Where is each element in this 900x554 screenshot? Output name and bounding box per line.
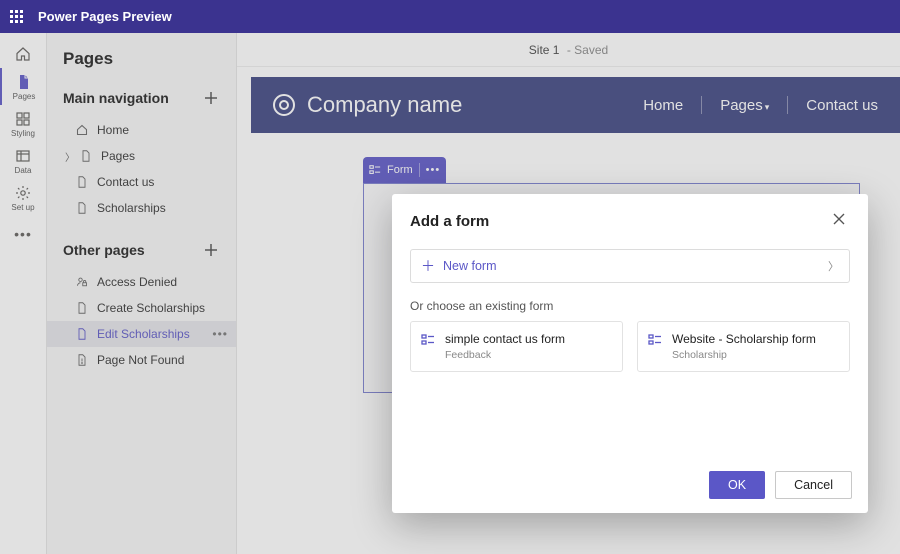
file-icon: [73, 202, 91, 214]
tree-label: Page Not Found: [97, 353, 184, 367]
person-lock-icon: [73, 276, 91, 288]
tree-item-edit-scholarships[interactable]: Edit Scholarships •••: [47, 321, 236, 347]
left-rail: Pages Styling Data Set up •••: [0, 33, 47, 554]
tree-item-pages[interactable]: 〉 Pages: [47, 143, 236, 169]
modal-title: Add a form: [410, 213, 489, 230]
tree-label: Scholarships: [97, 201, 166, 215]
form-icon: [421, 333, 435, 361]
rail-item-styling[interactable]: Styling: [0, 105, 47, 142]
card-title: simple contact us form: [445, 332, 565, 346]
section-label: Other pages: [63, 242, 145, 258]
home-icon: [73, 124, 91, 136]
site-brand[interactable]: Company name: [273, 92, 462, 118]
rail-label: Pages: [13, 92, 36, 101]
card-subtitle: Scholarship: [672, 349, 816, 361]
canvas-breadcrumb: Site 1 - Saved: [237, 33, 900, 67]
page-icon: [16, 74, 32, 90]
tree-item-create-scholarships[interactable]: Create Scholarships: [47, 295, 236, 321]
more-icon: •••: [14, 226, 32, 242]
home-icon: [15, 46, 31, 62]
nav-divider: [701, 96, 702, 114]
plus-icon: ＋: [421, 256, 435, 276]
chip-label: Form: [387, 164, 413, 176]
nav-divider: [787, 96, 788, 114]
app-header: Power Pages Preview: [0, 0, 900, 33]
form-icon: [648, 333, 662, 361]
plus-icon: [204, 91, 218, 105]
nav-home[interactable]: Home: [643, 97, 683, 114]
chip-more-icon[interactable]: •••: [426, 164, 441, 176]
tree-item-scholarships[interactable]: Scholarships: [47, 195, 236, 221]
breadcrumb-status: - Saved: [563, 43, 608, 57]
nav-pages[interactable]: Pages▾: [720, 97, 769, 114]
tree-item-home[interactable]: Home: [47, 117, 236, 143]
section-main-navigation: Main navigation: [47, 83, 236, 113]
add-page-button[interactable]: [200, 87, 222, 109]
file-icon: [73, 328, 91, 340]
new-form-label: New form: [443, 259, 496, 273]
styling-icon: [15, 111, 31, 127]
form-icon: [369, 164, 381, 176]
modal-close-button[interactable]: [828, 208, 850, 235]
other-pages-tree: Access Denied Create Scholarships Edit S…: [47, 265, 236, 387]
tree-label: Contact us: [97, 175, 154, 189]
plus-icon: [204, 243, 218, 257]
cancel-button[interactable]: Cancel: [775, 471, 852, 499]
existing-form-card[interactable]: Website - Scholarship form Scholarship: [637, 321, 850, 372]
tree-item-page-not-found[interactable]: Page Not Found: [47, 347, 236, 373]
ok-button[interactable]: OK: [709, 471, 765, 499]
rail-label: Data: [15, 166, 32, 175]
rail-item-pages[interactable]: Pages: [0, 68, 47, 105]
tree-label: Pages: [101, 149, 135, 163]
pages-panel: Pages Main navigation Home 〉 Pages Conta…: [47, 33, 237, 554]
file-icon: [77, 150, 95, 162]
breadcrumb-site: Site 1: [529, 43, 560, 57]
ok-label: OK: [728, 478, 746, 492]
app-title: Power Pages Preview: [38, 9, 172, 24]
tree-label: Home: [97, 123, 129, 137]
app-launcher-icon[interactable]: [10, 10, 24, 24]
card-subtitle: Feedback: [445, 349, 565, 361]
site-nav: Home Pages▾ Contact us: [643, 96, 878, 114]
rail-item-data[interactable]: Data: [0, 142, 47, 179]
brand-text: Company name: [307, 92, 462, 118]
brand-logo-icon: [273, 94, 295, 116]
chip-separator: [419, 163, 420, 177]
card-title: Website - Scholarship form: [672, 332, 816, 346]
section-label: Main navigation: [63, 90, 169, 106]
chevron-right-icon: 〉: [63, 149, 77, 164]
add-other-page-button[interactable]: [200, 239, 222, 261]
main-nav-tree: Home 〉 Pages Contact us Scholarships: [47, 113, 236, 235]
rail-item-more[interactable]: •••: [0, 216, 47, 246]
form-component-chip[interactable]: Form •••: [363, 157, 446, 183]
rail-label: Styling: [11, 129, 35, 138]
file-icon: [73, 176, 91, 188]
close-icon: [832, 212, 846, 226]
choose-existing-label: Or choose an existing form: [410, 299, 850, 313]
pages-panel-title: Pages: [47, 49, 236, 83]
gear-icon: [15, 185, 31, 201]
rail-label: Set up: [11, 203, 34, 212]
tree-item-more-icon[interactable]: •••: [212, 327, 228, 341]
nav-contact[interactable]: Contact us: [806, 97, 878, 114]
new-form-option[interactable]: ＋ New form 〉: [410, 249, 850, 283]
rail-home[interactable]: [0, 40, 47, 68]
section-other-pages: Other pages: [47, 235, 236, 265]
tree-item-access-denied[interactable]: Access Denied: [47, 269, 236, 295]
tree-label: Create Scholarships: [97, 301, 205, 315]
tree-label: Edit Scholarships: [97, 327, 190, 341]
site-preview-header: Company name Home Pages▾ Contact us: [251, 77, 900, 133]
data-icon: [15, 148, 31, 164]
add-form-modal: Add a form ＋ New form 〉 Or choose an exi…: [392, 194, 868, 513]
file-warning-icon: [73, 354, 91, 366]
chevron-down-icon: ▾: [765, 102, 770, 112]
rail-item-setup[interactable]: Set up: [0, 179, 47, 216]
tree-item-contact-us[interactable]: Contact us: [47, 169, 236, 195]
file-icon: [73, 302, 91, 314]
cancel-label: Cancel: [794, 478, 833, 492]
tree-label: Access Denied: [97, 275, 177, 289]
existing-form-card[interactable]: simple contact us form Feedback: [410, 321, 623, 372]
chevron-right-icon: 〉: [828, 258, 839, 274]
